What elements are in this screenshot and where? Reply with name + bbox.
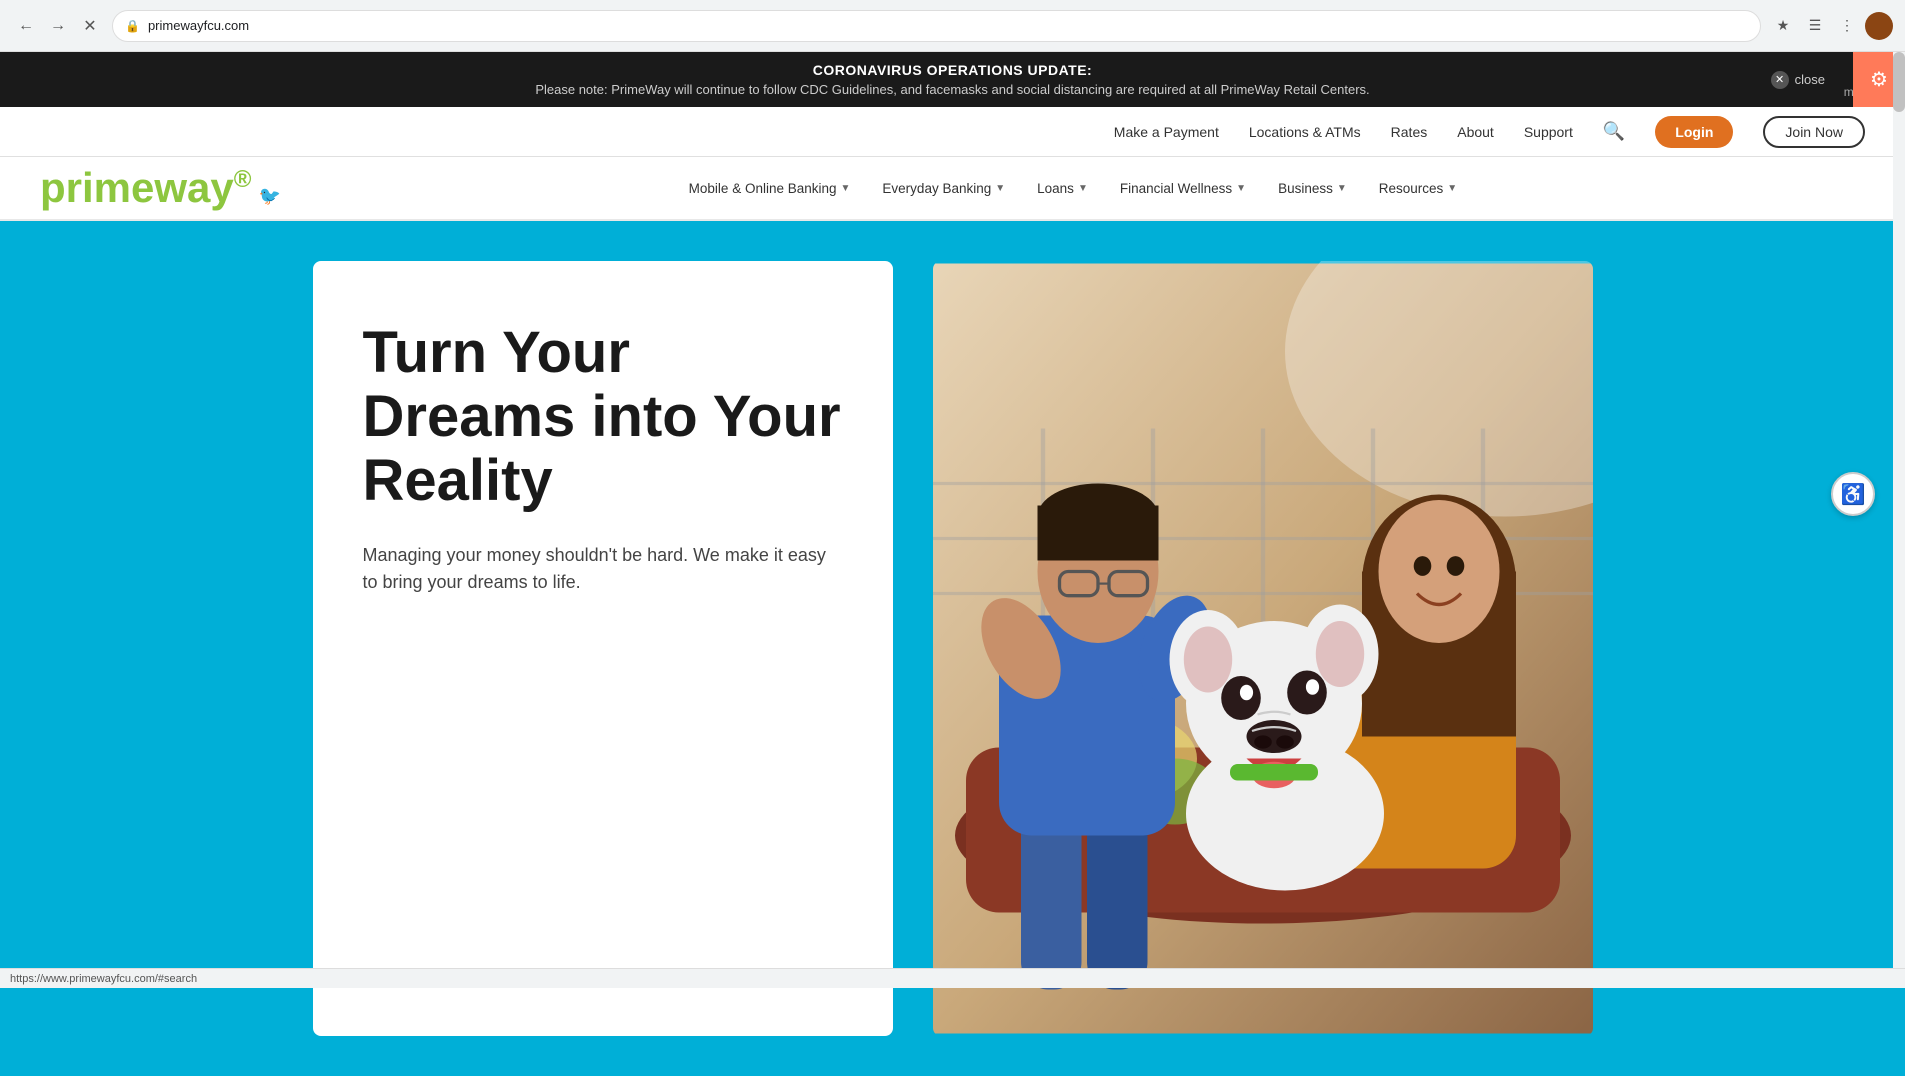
scrollbar-track bbox=[1893, 52, 1905, 968]
nav-everyday-banking[interactable]: Everyday Banking ▼ bbox=[866, 173, 1021, 204]
status-url: https://www.primewayfcu.com/#search bbox=[10, 973, 197, 985]
nav-loans[interactable]: Loans ▼ bbox=[1021, 173, 1104, 204]
top-navigation: Make a Payment Locations & ATMs Rates Ab… bbox=[0, 107, 1905, 157]
chevron-down-icon: ▼ bbox=[1447, 183, 1457, 194]
chevron-down-icon: ▼ bbox=[1337, 183, 1347, 194]
browser-actions: ★ ☰ ⋮ bbox=[1769, 12, 1893, 40]
close-icon: ✕ bbox=[1771, 71, 1789, 89]
hero-content: Turn Your Dreams into Your Reality Manag… bbox=[253, 221, 1653, 1076]
chevron-down-icon: ▼ bbox=[1078, 183, 1088, 194]
logo[interactable]: primeway® 🐦 bbox=[40, 167, 281, 209]
address-bar[interactable]: 🔒 primewayfcu.com bbox=[112, 10, 1761, 42]
alert-title: CORONAVIRUS OPERATIONS UPDATE: bbox=[813, 62, 1092, 78]
hero-subtitle: Managing your money shouldn't be hard. W… bbox=[363, 542, 843, 596]
login-button[interactable]: Login bbox=[1655, 116, 1733, 148]
browser-chrome: ← → ✕ 🔒 primewayfcu.com ★ ☰ ⋮ bbox=[0, 0, 1905, 52]
chevron-down-icon: ▼ bbox=[1236, 183, 1246, 194]
hero-scene-svg bbox=[933, 261, 1593, 1036]
hero-section: Turn Your Dreams into Your Reality Manag… bbox=[0, 221, 1905, 1076]
alert-body: Please note: PrimeWay will continue to f… bbox=[535, 82, 1369, 97]
url-text: primewayfcu.com bbox=[148, 18, 249, 33]
scrollbar-thumb[interactable] bbox=[1893, 52, 1905, 112]
status-bar: https://www.primewayfcu.com/#search bbox=[0, 968, 1905, 988]
logo-area[interactable]: primeway® 🐦 bbox=[40, 167, 281, 209]
bookmark-star-button[interactable]: ★ bbox=[1769, 12, 1797, 40]
nav-link-support[interactable]: Support bbox=[1524, 124, 1573, 140]
nav-business[interactable]: Business ▼ bbox=[1262, 173, 1363, 204]
hero-text-card: Turn Your Dreams into Your Reality Manag… bbox=[313, 261, 893, 1036]
reload-button[interactable]: ✕ bbox=[76, 12, 104, 40]
hero-image bbox=[933, 261, 1593, 1036]
alert-banner: CORONAVIRUS OPERATIONS UPDATE: Please no… bbox=[0, 52, 1905, 107]
nav-financial-wellness[interactable]: Financial Wellness ▼ bbox=[1104, 173, 1262, 204]
nav-resources[interactable]: Resources ▼ bbox=[1363, 173, 1473, 204]
alert-close-button[interactable]: ✕ close bbox=[1771, 71, 1825, 89]
nav-link-about[interactable]: About bbox=[1457, 124, 1494, 140]
back-button[interactable]: ← bbox=[12, 12, 40, 40]
logo-text: primeway® 🐦 bbox=[40, 164, 281, 211]
chevron-down-icon: ▼ bbox=[841, 183, 851, 194]
browser-nav-buttons: ← → ✕ bbox=[12, 12, 104, 40]
close-label: close bbox=[1795, 72, 1825, 87]
main-header: primeway® 🐦 Mobile & Online Banking ▼ Ev… bbox=[0, 157, 1905, 221]
nav-link-locations-atms[interactable]: Locations & ATMs bbox=[1249, 124, 1361, 140]
accessibility-icon: ♿ bbox=[1841, 482, 1866, 507]
more-button[interactable]: ⋮ bbox=[1833, 12, 1861, 40]
nav-link-make-payment[interactable]: Make a Payment bbox=[1114, 124, 1219, 140]
join-now-button[interactable]: Join Now bbox=[1763, 116, 1865, 148]
lock-icon: 🔒 bbox=[125, 19, 140, 33]
profile-button[interactable] bbox=[1865, 12, 1893, 40]
forward-button[interactable]: → bbox=[44, 12, 72, 40]
chevron-down-icon: ▼ bbox=[995, 183, 1005, 194]
nav-link-rates[interactable]: Rates bbox=[1391, 124, 1428, 140]
nav-mobile-online-banking[interactable]: Mobile & Online Banking ▼ bbox=[673, 173, 867, 204]
main-navigation: Mobile & Online Banking ▼ Everyday Banki… bbox=[281, 173, 1865, 204]
accessibility-button[interactable]: ♿ bbox=[1831, 472, 1875, 516]
extensions-button[interactable]: ☰ bbox=[1801, 12, 1829, 40]
search-button[interactable]: 🔍 bbox=[1603, 121, 1625, 142]
hero-title: Turn Your Dreams into Your Reality bbox=[363, 321, 843, 512]
logo-bird-icon: 🐦 bbox=[253, 186, 280, 206]
